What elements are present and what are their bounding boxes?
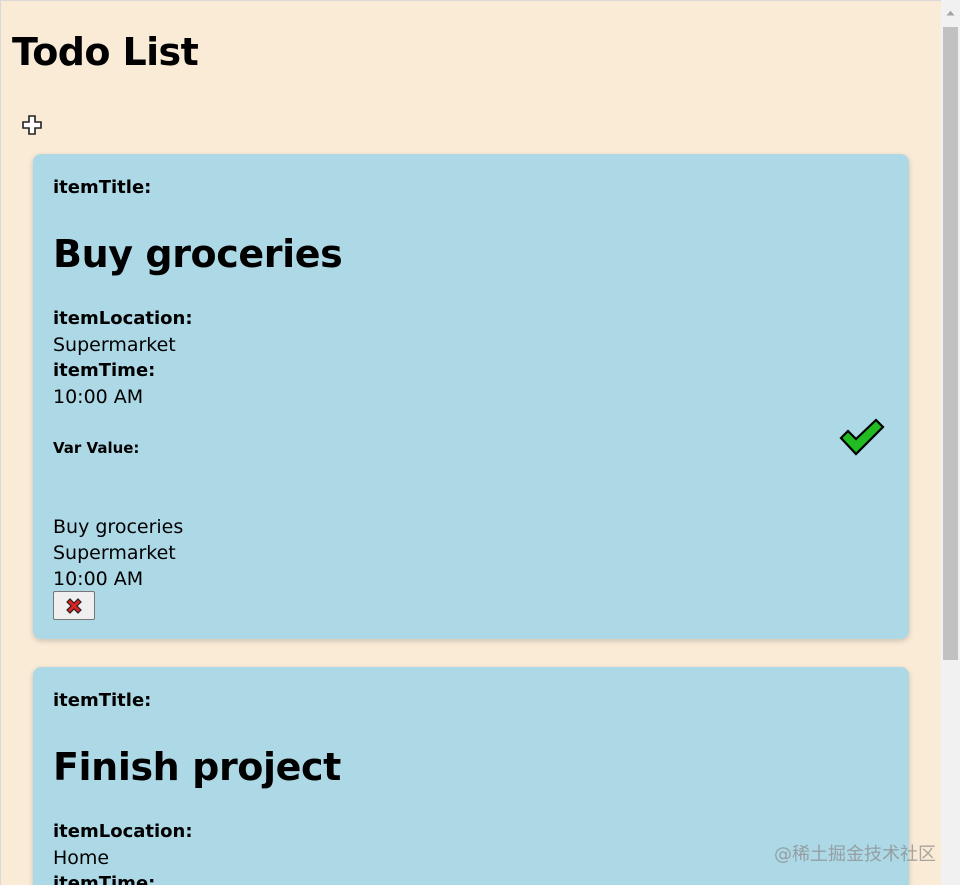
scroll-up-button[interactable] xyxy=(941,0,960,26)
add-todo-button[interactable] xyxy=(19,113,45,137)
item-time-label: itemTime: xyxy=(53,360,156,381)
plus-icon xyxy=(22,115,42,135)
item-title: Finish project xyxy=(53,745,341,789)
var-location-value: Supermarket xyxy=(53,542,176,564)
item-location-value: Home xyxy=(53,847,110,869)
var-title-value: Buy groceries xyxy=(53,516,184,538)
page-viewport: Todo List itemTitle: Buy groceries itemL… xyxy=(0,0,941,885)
item-title-label: itemTitle: xyxy=(53,690,152,711)
item-title: Buy groceries xyxy=(53,232,343,276)
delete-button[interactable] xyxy=(53,591,95,620)
var-value-label: Var Value: xyxy=(53,439,140,457)
var-time-value: 10:00 AM xyxy=(53,568,144,590)
item-location-label: itemLocation: xyxy=(53,821,193,842)
item-title-label: itemTitle: xyxy=(53,177,152,198)
item-location-value: Supermarket xyxy=(53,334,176,356)
page-title: Todo List xyxy=(12,30,199,74)
todo-card: itemTitle: Buy groceries itemLocation: S… xyxy=(33,154,909,639)
scrollbar-thumb[interactable] xyxy=(943,27,958,660)
cross-icon xyxy=(66,597,82,614)
watermark: @稀土掘金技术社区 xyxy=(774,844,936,865)
item-location-label: itemLocation: xyxy=(53,308,193,329)
checkmark-icon[interactable] xyxy=(839,418,885,456)
chevron-up-icon xyxy=(946,10,955,16)
item-time-label: itemTime: xyxy=(53,873,156,885)
item-time-value: 10:00 AM xyxy=(53,386,144,408)
vertical-scrollbar[interactable] xyxy=(941,0,960,885)
